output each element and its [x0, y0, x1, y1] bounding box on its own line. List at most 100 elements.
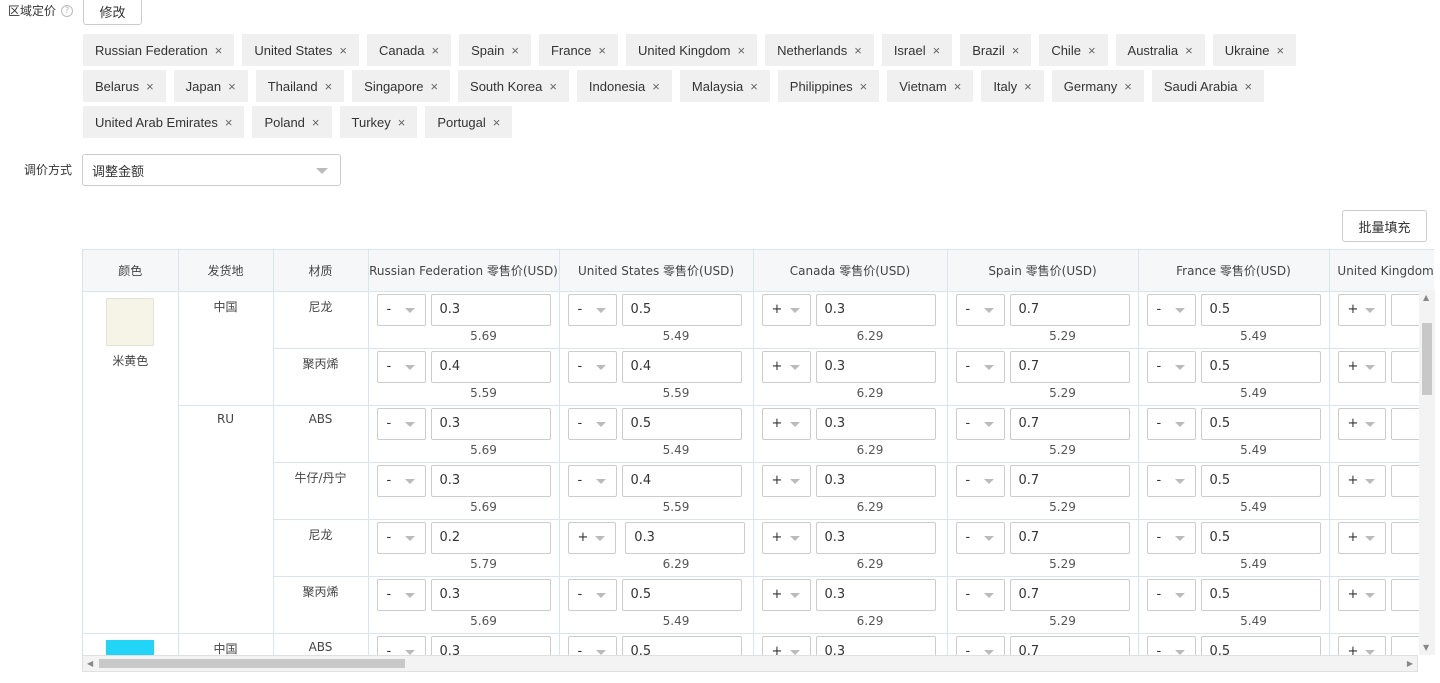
adjust-value-input[interactable]: 0.5 — [1200, 350, 1321, 383]
close-icon[interactable]: × — [228, 79, 236, 94]
sign-select[interactable]: + — [761, 464, 811, 497]
adjust-value-input[interactable]: 0.3 — [815, 578, 936, 611]
sign-select[interactable]: + — [1337, 293, 1386, 326]
close-icon[interactable]: × — [1277, 43, 1285, 58]
close-icon[interactable]: × — [549, 79, 557, 94]
sign-select[interactable]: - — [567, 407, 617, 440]
scroll-down-icon[interactable]: ▼ — [1423, 643, 1429, 652]
adjust-value-input[interactable]: 0.3 — [815, 464, 936, 497]
sign-select[interactable]: - — [376, 464, 426, 497]
sign-select[interactable]: - — [1146, 464, 1196, 497]
close-icon[interactable]: × — [339, 43, 347, 58]
scroll-right-icon[interactable]: ▶ — [1407, 659, 1413, 668]
adjust-value-input[interactable]: 0.3 — [815, 635, 936, 655]
sign-select[interactable]: - — [1146, 293, 1196, 326]
adjust-value-input[interactable]: 0.5 — [621, 578, 742, 611]
adjust-method-select[interactable]: 调整金额 — [82, 154, 341, 186]
close-icon[interactable]: × — [215, 43, 223, 58]
close-icon[interactable]: × — [750, 79, 758, 94]
sign-select[interactable]: - — [567, 578, 617, 611]
adjust-value-input[interactable]: 0.5 — [1200, 635, 1321, 655]
sign-select[interactable]: - — [955, 578, 1005, 611]
adjust-value-input[interactable]: 0.7 — [1009, 635, 1130, 655]
sign-select[interactable]: + — [761, 521, 811, 554]
sign-select[interactable]: + — [1337, 464, 1386, 497]
adjust-value-input[interactable]: 0.3 — [430, 464, 551, 497]
sign-select[interactable]: - — [955, 407, 1005, 440]
vertical-scroll-thumb[interactable] — [1422, 323, 1432, 395]
adjust-value-input[interactable]: 0.3 — [815, 407, 936, 440]
sign-select[interactable]: - — [567, 635, 617, 655]
sign-select[interactable]: - — [1146, 407, 1196, 440]
sign-select[interactable]: + — [567, 521, 617, 554]
sign-select[interactable]: + — [1337, 578, 1386, 611]
sign-select[interactable]: - — [376, 293, 426, 326]
adjust-value-input[interactable]: 0.7 — [1009, 293, 1130, 326]
sign-select[interactable]: + — [1337, 350, 1386, 383]
close-icon[interactable]: × — [1245, 79, 1253, 94]
close-icon[interactable]: × — [738, 43, 746, 58]
sign-select[interactable]: + — [1337, 521, 1386, 554]
adjust-value-input[interactable]: 0.5 — [621, 407, 742, 440]
close-icon[interactable]: × — [432, 43, 440, 58]
adjust-value-input[interactable]: 0.4 — [430, 350, 551, 383]
adjust-value-input[interactable]: 0.3 — [625, 521, 745, 554]
sign-select[interactable]: - — [1146, 521, 1196, 554]
close-icon[interactable]: × — [954, 79, 962, 94]
sign-select[interactable]: - — [955, 293, 1005, 326]
sign-select[interactable]: - — [1146, 578, 1196, 611]
adjust-value-input[interactable]: 0.5 — [1200, 464, 1321, 497]
sign-select[interactable]: - — [567, 293, 617, 326]
close-icon[interactable]: × — [225, 115, 233, 130]
sign-select[interactable]: + — [761, 635, 811, 655]
close-icon[interactable]: × — [1124, 79, 1132, 94]
adjust-value-input[interactable]: 0.3 — [430, 578, 551, 611]
adjust-value-input[interactable]: 0.3 — [430, 635, 551, 655]
help-icon[interactable]: ? — [61, 4, 74, 17]
sign-select[interactable]: - — [955, 464, 1005, 497]
close-icon[interactable]: × — [1088, 43, 1096, 58]
close-icon[interactable]: × — [430, 79, 438, 94]
adjust-value-input[interactable]: 0.7 — [1009, 407, 1130, 440]
close-icon[interactable]: × — [493, 115, 501, 130]
scroll-up-icon[interactable]: ▲ — [1423, 293, 1429, 302]
adjust-value-input[interactable]: 0.5 — [621, 635, 742, 655]
adjust-value-input[interactable]: 0.3 — [815, 521, 936, 554]
sign-select[interactable]: - — [376, 635, 426, 655]
sign-select[interactable]: + — [761, 293, 811, 326]
adjust-value-input[interactable]: 0.3 — [815, 350, 936, 383]
adjust-value-input[interactable]: 0.2 — [430, 521, 551, 554]
close-icon[interactable]: × — [860, 79, 868, 94]
adjust-value-input[interactable]: 0.4 — [621, 464, 742, 497]
close-icon[interactable]: × — [1012, 43, 1020, 58]
sign-select[interactable]: + — [761, 350, 811, 383]
close-icon[interactable]: × — [854, 43, 862, 58]
close-icon[interactable]: × — [325, 79, 333, 94]
sign-select[interactable]: - — [1146, 350, 1196, 383]
sign-select[interactable]: - — [567, 464, 617, 497]
adjust-value-input[interactable]: 0.7 — [1009, 350, 1130, 383]
close-icon[interactable]: × — [312, 115, 320, 130]
adjust-value-input[interactable]: 0.5 — [1200, 521, 1321, 554]
adjust-value-input[interactable]: 0.3 — [815, 293, 936, 326]
sign-select[interactable]: + — [1337, 407, 1386, 440]
close-icon[interactable]: × — [933, 43, 941, 58]
adjust-value-input[interactable]: 0.5 — [1200, 293, 1321, 326]
adjust-value-input[interactable]: 0.3 — [430, 407, 551, 440]
sign-select[interactable]: - — [955, 350, 1005, 383]
sign-select[interactable]: - — [567, 350, 617, 383]
sign-select[interactable]: - — [376, 578, 426, 611]
close-icon[interactable]: × — [511, 43, 519, 58]
sign-select[interactable]: + — [1337, 635, 1386, 655]
adjust-value-input[interactable]: 0.5 — [1200, 407, 1321, 440]
vertical-scrollbar[interactable]: ▲ ▼ — [1419, 290, 1435, 655]
close-icon[interactable]: × — [598, 43, 606, 58]
scroll-left-icon[interactable]: ◀ — [87, 659, 93, 668]
adjust-value-input[interactable]: 0.7 — [1009, 521, 1130, 554]
adjust-value-input[interactable]: 0.7 — [1009, 464, 1130, 497]
sign-select[interactable]: + — [761, 578, 811, 611]
modify-button[interactable]: 修改 — [83, 0, 142, 25]
sign-select[interactable]: + — [761, 407, 811, 440]
horizontal-scroll-thumb[interactable] — [99, 659, 405, 668]
horizontal-scrollbar[interactable]: ◀ ▶ — [82, 655, 1418, 672]
